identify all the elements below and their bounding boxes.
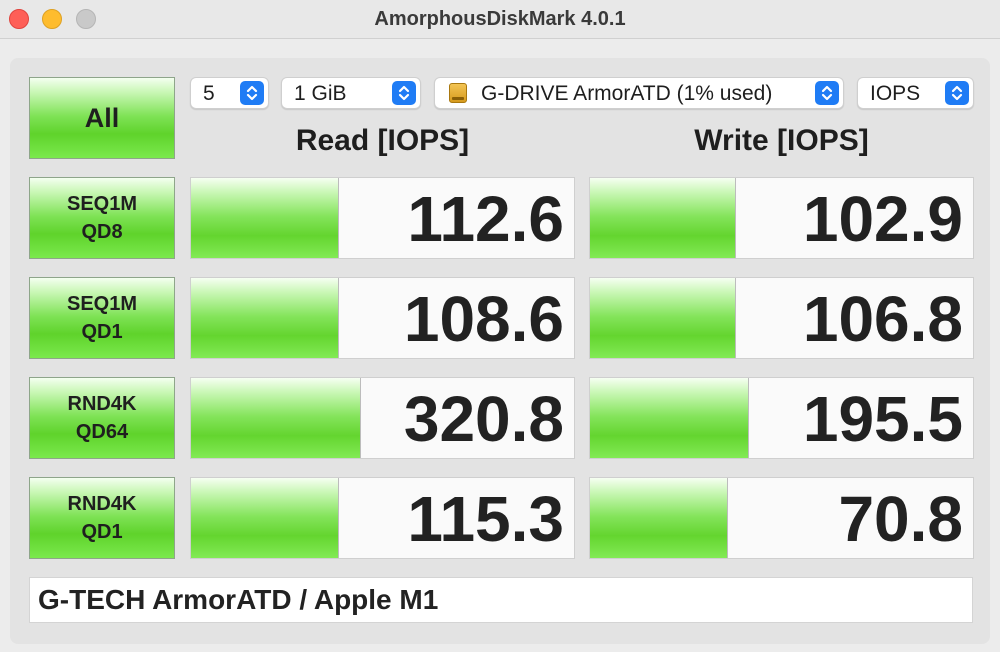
run-all-button[interactable]: All — [29, 77, 175, 159]
drive-value: G-DRIVE ArmorATD (1% used) — [481, 82, 773, 105]
write-result-cell: 106.8 — [589, 277, 974, 359]
write-result-cell: 195.5 — [589, 377, 974, 459]
write-result-cell: 102.9 — [589, 177, 974, 259]
window-title: AmorphousDiskMark 4.0.1 — [374, 8, 626, 30]
write-result-value: 195.5 — [802, 383, 963, 455]
write-result-cell: 70.8 — [589, 477, 974, 559]
external-drive-icon — [449, 83, 467, 103]
rnd4k-qd1-button[interactable]: RND4K QD1 — [29, 477, 175, 559]
test-label-line1: RND4K — [67, 393, 137, 415]
app-window: AmorphousDiskMark 4.0.1 All 5 1 GiB G-DR… — [0, 0, 1000, 652]
drive-select[interactable]: G-DRIVE ArmorATD (1% used) — [434, 77, 844, 109]
write-progress-bar — [590, 378, 749, 458]
test-label-line2: QD1 — [81, 321, 123, 343]
read-progress-bar — [191, 478, 340, 558]
read-result-value: 108.6 — [403, 283, 564, 355]
test-label-line1: RND4K — [67, 493, 137, 515]
test-size-select[interactable]: 1 GiB — [281, 77, 421, 109]
unit-value: IOPS — [870, 82, 921, 105]
read-progress-bar — [191, 378, 361, 458]
rnd4k-qd64-button[interactable]: RND4K QD64 — [29, 377, 175, 459]
write-column-header: Write [IOPS] — [694, 124, 869, 157]
chevron-updown-icon — [945, 81, 969, 105]
read-result-cell: 115.3 — [190, 477, 575, 559]
read-result-cell: 108.6 — [190, 277, 575, 359]
seq1m-qd1-button[interactable]: SEQ1M QD1 — [29, 277, 175, 359]
run-all-label: All — [84, 103, 120, 133]
read-progress-bar — [191, 278, 340, 358]
write-result-value: 106.8 — [802, 283, 963, 355]
title-bar: AmorphousDiskMark 4.0.1 — [0, 0, 1000, 39]
write-result-value: 70.8 — [838, 483, 963, 555]
test-size-value: 1 GiB — [294, 82, 347, 105]
chevron-updown-icon — [815, 81, 839, 105]
read-column-header: Read [IOPS] — [295, 124, 470, 157]
read-result-value: 115.3 — [407, 483, 564, 555]
test-label-line1: SEQ1M — [66, 193, 138, 215]
test-label-line2: QD1 — [81, 521, 123, 543]
test-label-line1: SEQ1M — [66, 293, 138, 315]
read-result-cell: 320.8 — [190, 377, 575, 459]
write-progress-bar — [590, 178, 736, 258]
read-progress-bar — [191, 178, 340, 258]
unit-select[interactable]: IOPS — [857, 77, 974, 109]
chevron-updown-icon — [240, 81, 264, 105]
test-label-line2: QD64 — [75, 421, 129, 443]
write-progress-bar — [590, 478, 729, 558]
seq1m-qd8-button[interactable]: SEQ1M QD8 — [29, 177, 175, 259]
read-result-value: 320.8 — [403, 383, 564, 455]
write-result-value: 102.9 — [802, 183, 963, 255]
comment-field[interactable]: G-TECH ArmorATD / Apple M1 — [29, 577, 973, 623]
read-result-cell: 112.6 — [190, 177, 575, 259]
read-result-value: 112.6 — [407, 183, 564, 255]
test-count-value: 5 — [203, 82, 215, 105]
write-progress-bar — [590, 278, 736, 358]
chevron-updown-icon — [392, 81, 416, 105]
test-label-line2: QD8 — [81, 221, 123, 243]
test-count-select[interactable]: 5 — [190, 77, 269, 109]
